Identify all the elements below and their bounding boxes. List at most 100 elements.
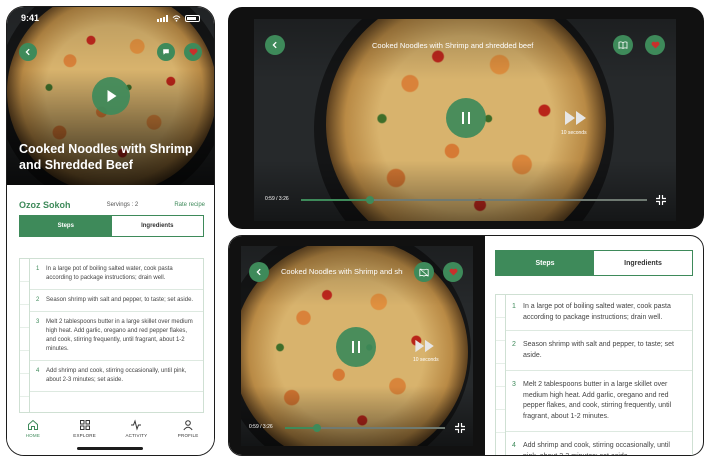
comments-button[interactable]: [157, 43, 175, 61]
battery-icon: [185, 14, 200, 22]
book-off-icon: [419, 267, 429, 277]
fullscreen-button[interactable]: [454, 421, 466, 439]
favorite-button[interactable]: [645, 35, 665, 55]
chevron-left-icon: [256, 268, 261, 276]
heart-icon: [651, 41, 659, 49]
tab-ingredients[interactable]: Ingredients: [594, 251, 692, 275]
pause-icon: [462, 112, 470, 124]
list-item: 1 In a large pot of boiling salted water…: [506, 295, 692, 331]
comment-icon: [163, 49, 169, 55]
chevron-left-icon: [25, 48, 30, 56]
nav-item-activity[interactable]: ACTIVITY: [116, 419, 156, 438]
split-video-player: Cooked Noodles with Shrimp and shredded …: [229, 236, 485, 455]
recipe-book-button[interactable]: [613, 35, 633, 55]
list-item: 2 Season shrimp with salt and pepper, to…: [506, 331, 692, 371]
profile-icon: [183, 420, 193, 431]
home-icon: [27, 419, 38, 430]
grid-icon: [79, 420, 90, 430]
fast-forward-icon: [565, 111, 586, 125]
playback-time: 0:59 / 3:26: [249, 424, 273, 430]
book-icon: [618, 41, 628, 49]
status-time: 9:41: [21, 13, 40, 23]
exit-fullscreen-button[interactable]: [655, 193, 667, 211]
favorite-button[interactable]: [184, 43, 202, 61]
pause-icon: [352, 341, 360, 353]
fast-forward-button[interactable]: [414, 339, 436, 358]
step-number: 2: [512, 341, 516, 348]
video-title: Cooked Noodles with Shrimp and shredded …: [281, 267, 403, 276]
tab-ingredients[interactable]: Ingredients: [111, 216, 203, 236]
author-name[interactable]: Ozoz Sokoh: [19, 200, 71, 210]
nav-label: HOME: [25, 433, 41, 438]
fast-forward-icon: [415, 339, 434, 353]
play-button[interactable]: [92, 77, 130, 115]
recipe-tabs: Steps Ingredients: [19, 215, 204, 237]
step-number: 3: [36, 319, 40, 325]
list-item: 2 Season shrimp with salt and pepper, to…: [30, 290, 203, 312]
split-view-panel: Cooked Noodles with Shrimp and shredded …: [228, 235, 704, 456]
rate-recipe-link[interactable]: Rate recipe: [174, 202, 205, 208]
progress-bar[interactable]: [301, 196, 647, 204]
nav-item-explore[interactable]: EXPLORE: [65, 419, 105, 438]
pause-button[interactable]: [446, 98, 486, 138]
phone-screen: 9:41 Cooked Noodles with Shrimp and Shre…: [6, 6, 215, 456]
nav-label: EXPLORE: [73, 433, 96, 438]
back-button[interactable]: [249, 262, 269, 282]
nav-label: PROFILE: [177, 433, 199, 438]
binder-spine: [20, 259, 30, 412]
nav-label: ACTIVITY: [125, 433, 148, 438]
fast-forward-button[interactable]: [564, 110, 588, 131]
nav-item-profile[interactable]: PROFILE: [168, 419, 208, 438]
wifi-icon: [172, 14, 181, 22]
status-bar: 9:41: [7, 7, 214, 29]
step-text: Melt 2 tablespoons butter in a large ski…: [523, 381, 672, 420]
step-number: 3: [512, 381, 516, 388]
step-number: 1: [36, 266, 40, 272]
collapse-icon: [656, 195, 666, 205]
back-button[interactable]: [265, 35, 285, 55]
home-indicator: [77, 447, 143, 450]
recipe-tabs: Steps Ingredients: [495, 250, 693, 276]
list-item: 4 Add shrimp and cook, stirring occasion…: [506, 432, 692, 456]
video-title: Cooked Noodles with Shrimp and shredded …: [372, 41, 534, 50]
collapse-icon: [455, 423, 465, 433]
step-text: Add shrimp and cook, stirring occasional…: [46, 368, 187, 383]
recipe-title-line-2: and Shredded Beef: [19, 158, 133, 172]
step-number: 4: [512, 442, 516, 449]
step-text: Melt 2 tablespoons butter in a large ski…: [46, 319, 193, 352]
play-icon: [107, 90, 116, 102]
progress-handle[interactable]: [313, 424, 321, 432]
signal-icon: [157, 14, 168, 22]
step-number: 1: [512, 303, 516, 310]
list-item: 4 Add shrimp and cook, stirring occasion…: [30, 361, 203, 392]
tab-steps[interactable]: Steps: [20, 216, 112, 236]
back-button[interactable]: [19, 43, 37, 61]
progress-bar[interactable]: [285, 424, 445, 432]
nav-item-home[interactable]: HOME: [13, 419, 53, 438]
step-text: Season shrimp with salt and pepper, to t…: [46, 297, 194, 303]
step-text: Season shrimp with salt and pepper, to t…: [523, 341, 674, 359]
favorite-button[interactable]: [443, 262, 463, 282]
servings-count: Servings : 2: [106, 202, 139, 208]
heart-icon: [449, 268, 457, 276]
step-number: 4: [36, 368, 40, 374]
binder-spine: [496, 295, 506, 455]
step-text: In a large pot of boiling salted water, …: [46, 266, 173, 281]
pause-button[interactable]: [336, 327, 376, 367]
recipe-meta: Ozoz Sokoh Servings : 2 Rate recipe: [19, 200, 205, 210]
seek-label: 10 seconds: [413, 357, 439, 363]
step-number: 2: [36, 297, 40, 303]
heart-icon: [189, 48, 197, 56]
list-item: 3 Melt 2 tablespoons butter in a large s…: [506, 371, 692, 432]
steps-list: 1 In a large pot of boiling salted water…: [495, 294, 693, 456]
steps-list: 1 In a large pot of boiling salted water…: [19, 258, 204, 413]
step-text: Add shrimp and cook, stirring occasional…: [523, 442, 670, 456]
chevron-left-icon: [272, 41, 277, 49]
recipe-title-line-1: Cooked Noodles with Shrimp: [19, 142, 193, 156]
tab-steps[interactable]: Steps: [496, 251, 594, 275]
fullscreen-video-player: Cooked Noodles with Shrimp and shredded …: [228, 7, 704, 229]
step-text: In a large pot of boiling salted water, …: [523, 303, 671, 321]
seek-label: 10 seconds: [561, 130, 587, 136]
playback-time: 0:59 / 3:26: [265, 196, 289, 202]
recipe-book-button[interactable]: [414, 262, 434, 282]
